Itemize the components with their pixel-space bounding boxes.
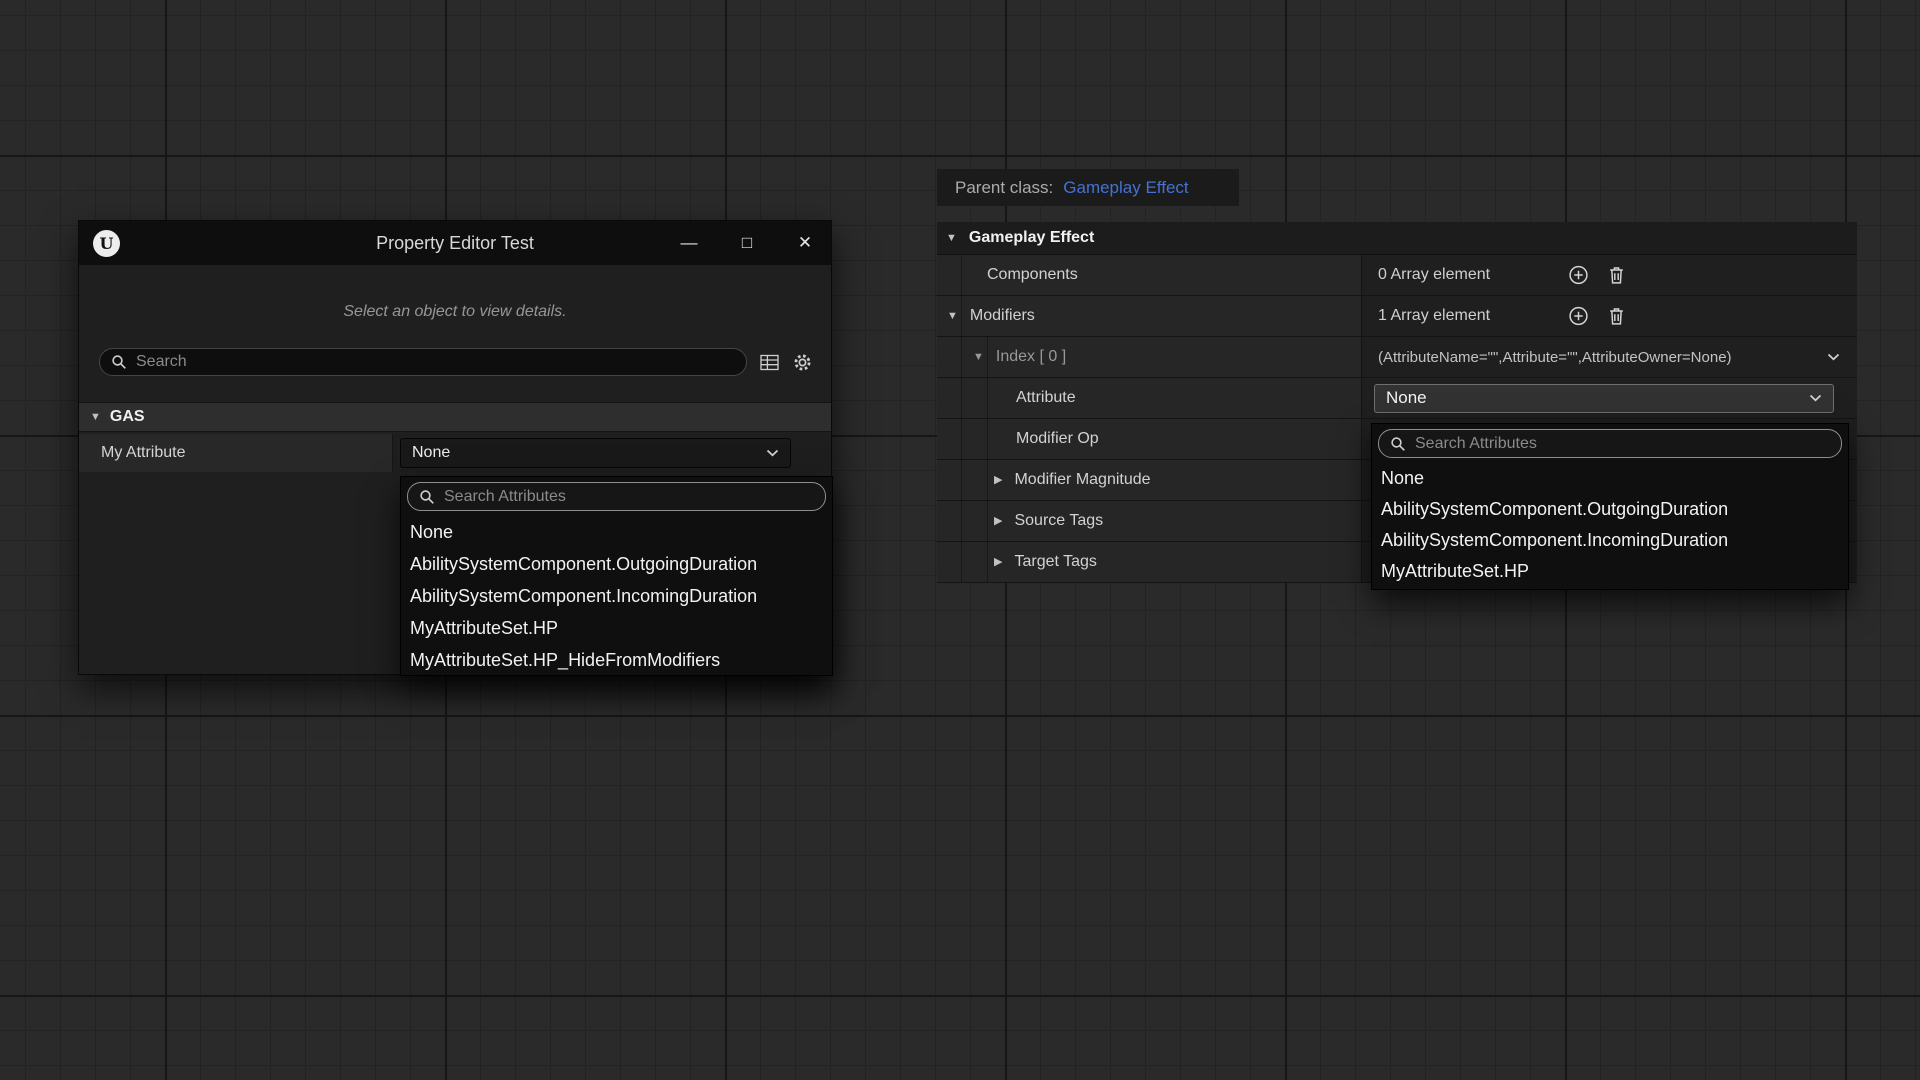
property-label: My Attribute [79, 434, 393, 472]
delete-array-icon[interactable] [1608, 307, 1625, 326]
parent-class-link[interactable]: Gameplay Effect [1063, 178, 1188, 198]
attributes-search-input[interactable] [444, 488, 814, 506]
property-row-my-attribute: My Attribute None [79, 434, 831, 472]
search-input[interactable] [136, 353, 735, 371]
category-label: GAS [110, 408, 145, 426]
window-titlebar[interactable]: U Property Editor Test — □ ✕ [79, 221, 831, 265]
chevron-down-icon[interactable] [1827, 353, 1840, 361]
row-attribute: Attribute None [937, 378, 1857, 419]
graph-editor-background: U Property Editor Test — □ ✕ Select an o… [0, 0, 1920, 1080]
attribute-option[interactable]: MyAttributeSet.HP [1372, 556, 1848, 587]
row-modifiers: ▼ Modifiers 1 Array element [937, 296, 1857, 337]
property-editor-window: U Property Editor Test — □ ✕ Select an o… [78, 220, 832, 675]
maximize-button[interactable]: □ [735, 233, 759, 253]
attribute-option[interactable]: AbilitySystemComponent.OutgoingDuration [401, 548, 832, 580]
expander-icon[interactable]: ▼ [973, 352, 984, 363]
category-label: Gameplay Effect [969, 229, 1094, 247]
attributes-search-box [1378, 429, 1842, 458]
close-button[interactable]: ✕ [793, 233, 817, 253]
settings-gear-icon[interactable] [792, 352, 813, 373]
attribute-option[interactable]: MyAttributeSet.HP_HideFromModifiers [401, 644, 832, 676]
attribute-option[interactable]: AbilitySystemComponent.OutgoingDuration [1372, 494, 1848, 525]
search-icon [1390, 436, 1406, 452]
row-label: Components [987, 266, 1078, 284]
attribute-picker-popup: None AbilitySystemComponent.OutgoingDura… [400, 476, 833, 676]
struct-preview: (AttributeName="",Attribute="",Attribute… [1378, 349, 1732, 366]
collapse-arrow-icon: ▼ [946, 233, 957, 244]
array-count: 0 Array element [1378, 266, 1490, 284]
attribute-picker-popup: None AbilitySystemComponent.OutgoingDura… [1371, 423, 1849, 590]
combobox-value: None [1386, 388, 1427, 408]
search-icon [419, 489, 435, 505]
category-header-gameplay-effect[interactable]: ▼ Gameplay Effect [937, 222, 1857, 255]
row-index-0: ▼ Index [ 0 ] (AttributeName="",Attribut… [937, 337, 1857, 378]
collapse-arrow-icon: ▼ [90, 412, 101, 423]
row-label: Attribute [1016, 389, 1076, 407]
row-label: Modifier Op [1016, 430, 1099, 448]
expander-icon[interactable]: ▶ [994, 557, 1002, 568]
attributes-search-input[interactable] [1415, 435, 1830, 453]
category-header-gas[interactable]: ▼ GAS [79, 402, 831, 432]
my-attribute-combobox[interactable]: None [400, 438, 791, 468]
attributes-search-box [407, 482, 826, 511]
attribute-option[interactable]: MyAttributeSet.HP [401, 612, 832, 644]
row-label: Target Tags [1014, 553, 1096, 571]
add-array-element-icon[interactable] [1568, 306, 1589, 327]
delete-array-icon[interactable] [1608, 266, 1625, 285]
row-label: Source Tags [1014, 512, 1103, 530]
view-options-icon[interactable] [760, 354, 779, 371]
expander-icon[interactable]: ▶ [994, 516, 1002, 527]
parent-class-bar: Parent class: Gameplay Effect [937, 169, 1239, 206]
row-label: Index [ 0 ] [996, 348, 1066, 366]
attribute-option-none[interactable]: None [1372, 463, 1848, 494]
add-array-element-icon[interactable] [1568, 265, 1589, 286]
combobox-value: None [412, 444, 450, 462]
row-label: Modifiers [970, 307, 1035, 325]
attribute-option[interactable]: AbilitySystemComponent.IncomingDuration [401, 580, 832, 612]
minimize-button[interactable]: — [677, 233, 701, 253]
search-icon [111, 354, 127, 370]
unreal-logo-icon: U [93, 230, 120, 257]
attribute-option-none[interactable]: None [401, 516, 832, 548]
chevron-down-icon [1809, 394, 1822, 402]
attribute-option[interactable]: AbilitySystemComponent.IncomingDuration [1372, 525, 1848, 556]
expander-icon[interactable]: ▼ [947, 311, 958, 322]
no-selection-hint: Select an object to view details. [79, 303, 831, 321]
array-count: 1 Array element [1378, 307, 1490, 325]
chevron-down-icon [766, 449, 779, 457]
details-search-box [99, 348, 747, 376]
attribute-combobox[interactable]: None [1374, 384, 1834, 413]
row-components: Components 0 Array element [937, 255, 1857, 296]
parent-class-label: Parent class: [955, 178, 1053, 198]
row-label: Modifier Magnitude [1014, 471, 1150, 489]
expander-icon[interactable]: ▶ [994, 475, 1002, 486]
